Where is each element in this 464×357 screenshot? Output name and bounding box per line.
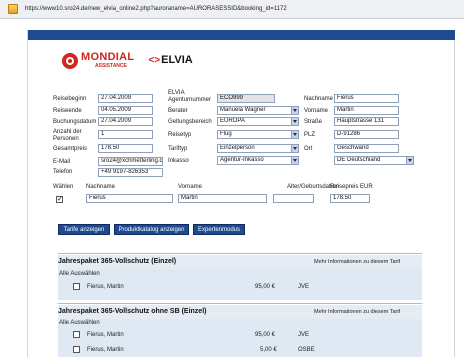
tariff-more-link[interactable]: Mehr Informationen zu diesem Tarif xyxy=(314,309,400,315)
col-waehlen: Wählen xyxy=(53,184,74,190)
reiseende-label: Reiseende xyxy=(53,108,82,114)
tariff-row-checkbox[interactable] xyxy=(73,346,80,353)
tariff-row-name: Fierus, Martin xyxy=(87,332,124,338)
berater-label: Berater xyxy=(168,108,188,114)
reisetyp-value: Flug xyxy=(220,131,232,137)
mondial-logo: MONDIAL ASSISTANCE xyxy=(62,52,134,69)
tariff-body: Alle Auswählen Fierus, Martin 95,00 € JV… xyxy=(58,319,422,357)
reiseende-field[interactable]: 04.05.2009 xyxy=(98,106,153,115)
geltungsbereich-select[interactable]: EUROPA xyxy=(217,117,299,126)
produktkatalog-button[interactable]: Produktkatalog anzeigen xyxy=(114,224,189,235)
top-banner xyxy=(28,30,455,40)
tariff-row-checkbox[interactable] xyxy=(73,331,80,338)
address-bar[interactable]: https://www10.sro24.de/new_elvia_online2… xyxy=(0,0,464,19)
reisebeginn-field[interactable]: 27.04.2009 xyxy=(98,94,153,103)
select-all-link[interactable]: Alle Auswählen xyxy=(59,271,100,278)
tariff-body: Alle Auswählen Fierus, Martin 95,00 € JV… xyxy=(58,269,422,300)
email-label: E-Mail xyxy=(53,159,71,165)
tariftyp-select[interactable]: Einzelperson xyxy=(217,144,299,153)
vorname-field[interactable]: Martin xyxy=(334,106,399,115)
page-frame: MONDIAL ASSISTANCE <> ELVIA Reisebeginn … xyxy=(27,30,455,357)
tariff-header: Jahrespaket 365-Vollschutz ohne SB (Einz… xyxy=(58,305,422,319)
tariff-row-price: 95,00 € xyxy=(255,284,276,290)
mondial-name: MONDIAL xyxy=(81,51,135,63)
traveller-nachname-field[interactable]: Fierus xyxy=(86,194,173,203)
tariff-row-checkbox[interactable] xyxy=(73,283,80,290)
vorname-label: Vorname xyxy=(304,108,329,114)
chevron-down-icon xyxy=(406,157,413,164)
gesamtpreis-field[interactable]: 178.50 xyxy=(98,144,153,153)
chevron-down-icon xyxy=(291,145,298,152)
plz-label: PLZ xyxy=(304,132,316,138)
col-reisepreis: Reisepreis EUR xyxy=(330,184,373,190)
reisebeginn-label: Reisebeginn xyxy=(53,96,87,102)
traveller-vorname-field[interactable]: Martin xyxy=(178,194,267,203)
agenturnummer-field: ECO999 xyxy=(217,94,275,103)
mondial-sub: ASSISTANCE xyxy=(95,63,127,69)
inkasso-label: Inkasso xyxy=(168,158,189,164)
telefon-field[interactable]: +49 9197-826353 xyxy=(98,168,163,177)
tariff-row-name: Fierus, Martin xyxy=(87,284,124,290)
tariff-row-price: 5,00 € xyxy=(260,347,277,353)
col-nachname: Nachname xyxy=(86,184,116,190)
inkasso-select[interactable]: Agentur-Inkasso xyxy=(217,156,299,165)
strasse-label: Straße xyxy=(304,119,323,125)
col-vorname: Vorname xyxy=(178,184,203,190)
select-all-link[interactable]: Alle Auswählen xyxy=(59,320,100,327)
elvia-logo: <> ELVIA xyxy=(148,54,192,66)
chevron-down-icon xyxy=(291,118,298,125)
nachname-field[interactable]: Fierus xyxy=(334,94,399,103)
land-value: DE Deutschland xyxy=(337,157,381,163)
inkasso-value: Agentur-Inkasso xyxy=(220,157,264,163)
chevron-down-icon xyxy=(291,107,298,114)
anzahl-field[interactable]: 1 xyxy=(98,130,153,139)
page-icon xyxy=(8,4,18,14)
buchungsdatum-field[interactable]: 27.04.2009 xyxy=(98,117,153,126)
divider xyxy=(58,303,422,304)
traveller-reisepreis-field[interactable]: 178.50 xyxy=(330,194,370,203)
tariff-title: Jahrespaket 365-Vollschutz (Einzel) xyxy=(58,258,177,265)
traveller-select-checkbox[interactable] xyxy=(56,195,63,203)
ort-label: Ort xyxy=(304,146,313,152)
expertenmodus-button[interactable]: Expertenmodus xyxy=(193,224,245,235)
telefon-label: Telefon xyxy=(53,169,73,175)
chevron-down-icon xyxy=(291,157,298,164)
geltungsbereich-label: Geltungsbereich xyxy=(168,119,212,125)
reisetyp-select[interactable]: Flug xyxy=(217,130,299,139)
anzahl-label: Anzahl der Personen xyxy=(53,129,82,142)
logo-area: MONDIAL ASSISTANCE <> ELVIA xyxy=(62,52,193,69)
tariftyp-label: Tariftyp xyxy=(168,146,188,152)
elvia-mark-icon: <> xyxy=(148,54,161,66)
tarife-anzeigen-button[interactable]: Tarife anzeigen xyxy=(58,224,110,235)
reisetyp-label: Reisetyp xyxy=(168,132,192,138)
nachname-label: Nachname xyxy=(304,96,334,102)
strasse-field[interactable]: Hauptstrasse 131 xyxy=(334,117,399,126)
elvia-name: ELVIA xyxy=(161,54,193,66)
tariff-row-code: JVE xyxy=(298,332,310,338)
berater-value: Manuela Wagner xyxy=(220,107,266,113)
berater-select[interactable]: Manuela Wagner xyxy=(217,106,299,115)
chevron-down-icon xyxy=(291,131,298,138)
tariff-row-code: JVE xyxy=(298,284,310,290)
agenturnummer-label: ELVIA Agenturnummer xyxy=(168,90,212,103)
tariff-title: Jahrespaket 365-Vollschutz ohne SB (Einz… xyxy=(58,308,207,315)
buchungsdatum-label: Buchungsdatum xyxy=(53,119,97,125)
tariftyp-value: Einzelperson xyxy=(220,145,255,151)
mondial-emblem-icon xyxy=(62,52,78,69)
traveller-geburtsdatum-field[interactable] xyxy=(273,194,314,203)
tariff-row-code: OSBE xyxy=(298,347,315,353)
plz-field[interactable]: D-91286 xyxy=(334,130,399,139)
tariff-more-link[interactable]: Mehr Informationen zu diesem Tarif xyxy=(314,259,400,265)
tariff-row-price: 95,00 € xyxy=(255,332,276,338)
email-field[interactable]: sro24@xchmetterling.de xyxy=(98,157,163,166)
gesamtpreis-label: Gesamtpreis xyxy=(53,146,88,152)
ort-field[interactable]: Geschwand xyxy=(334,144,399,153)
geltungsbereich-value: EUROPA xyxy=(220,118,245,124)
divider xyxy=(58,253,422,254)
land-select[interactable]: DE Deutschland xyxy=(334,156,414,165)
tariff-header: Jahrespaket 365-Vollschutz (Einzel) Mehr… xyxy=(58,255,422,269)
tariff-row-name: Fierus, Martin xyxy=(87,347,124,353)
url-text[interactable]: https://www10.sro24.de/new_elvia_online2… xyxy=(25,6,287,12)
